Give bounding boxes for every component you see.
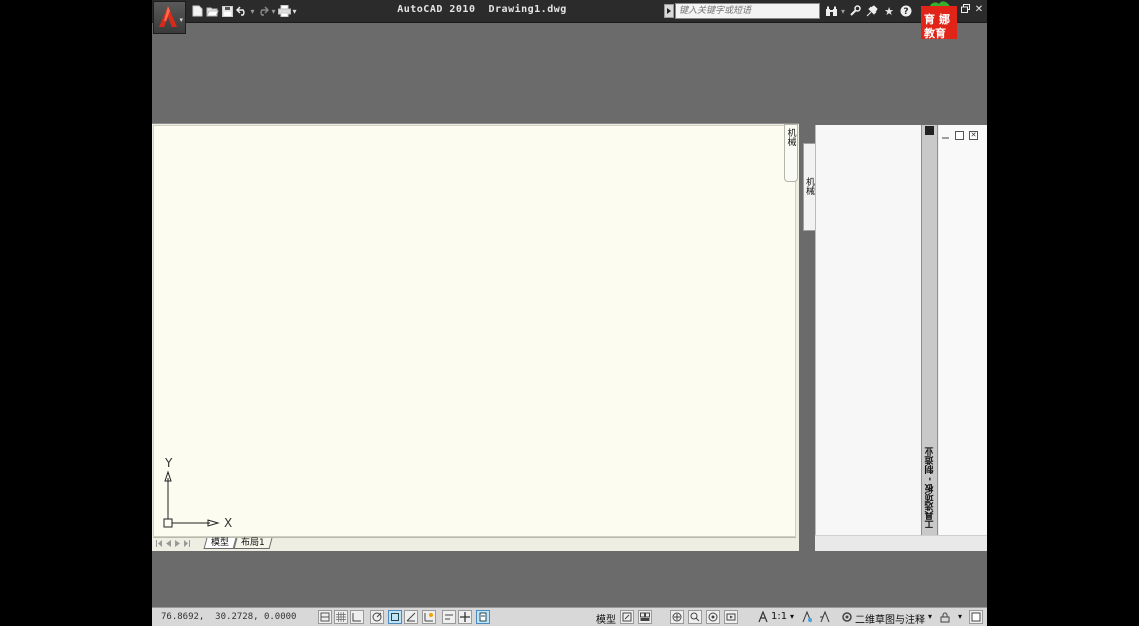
plot-icon[interactable]	[277, 4, 291, 19]
tab-layout1[interactable]: 布局1	[233, 538, 273, 549]
communication-center-icon[interactable]	[865, 4, 879, 19]
zoom-icon[interactable]	[688, 610, 702, 624]
toolbar-lock-icon[interactable]	[938, 610, 952, 624]
restore-icon[interactable]	[960, 4, 970, 16]
model-space-toggle[interactable]: 模型	[596, 611, 616, 626]
palette-close-icon[interactable]: ✕	[969, 131, 978, 140]
status-tray-dropdown-icon[interactable]: ▾	[958, 612, 962, 621]
tab-navigation	[155, 539, 190, 548]
coordinate-readout[interactable]: 76.8692, 30.2728, 0.0000	[161, 612, 296, 622]
annotation-scale-icon[interactable]	[756, 610, 770, 624]
tool-palette: 工具选项板 - 制造业 ✕	[815, 125, 987, 551]
application-menu-caret-icon: ▾	[179, 16, 183, 24]
workspace-name[interactable]: 二维草图与注释	[855, 611, 925, 626]
palette-properties-icon[interactable]	[925, 126, 934, 135]
object-snap-tracking-icon[interactable]	[404, 610, 418, 624]
redo-dropdown-icon[interactable]: ▾	[271, 7, 276, 16]
autocad-window: ▾ ▾ ▾ AutoCAD 2010 Drawing1.dwg ▾	[152, 0, 987, 626]
palette-restore-icon[interactable]	[955, 131, 964, 140]
layout-view-icon[interactable]	[620, 610, 634, 624]
application-menu-button[interactable]: ▾	[153, 1, 186, 34]
ucs-y-label: Y	[165, 456, 173, 470]
help-icon[interactable]: ?	[899, 4, 913, 19]
ortho-mode-icon[interactable]	[350, 610, 364, 624]
window-controls: ✕	[960, 4, 984, 16]
tool-palette-body	[815, 125, 922, 535]
tool-palette-title-strip[interactable]: 工具选项板 - 制造业	[921, 125, 938, 535]
status-bar: 76.8692, 30.2728, 0.0000 模型 1:1 ▾ 二维草图与注…	[152, 607, 987, 626]
quick-properties-icon[interactable]	[476, 610, 490, 624]
annotation-visibility-icon[interactable]	[800, 610, 814, 624]
steeringwheel-icon[interactable]	[706, 610, 720, 624]
pan-icon[interactable]	[670, 610, 684, 624]
new-icon[interactable]	[190, 4, 204, 19]
svg-text:?: ?	[903, 7, 908, 17]
grid-display-icon[interactable]	[334, 610, 348, 624]
annotation-scale-dropdown-icon[interactable]: ▾	[790, 612, 794, 621]
quick-view-layouts-icon[interactable]	[638, 610, 652, 624]
auto-scale-icon[interactable]	[818, 610, 832, 624]
tool-palette-footer	[815, 535, 987, 551]
last-tab-icon[interactable]	[182, 539, 190, 548]
dropdown-icon[interactable]: ▾	[292, 7, 297, 16]
tab-model[interactable]: 模型	[203, 538, 237, 549]
quick-access-toolbar: ▾ ▾ ▾	[190, 3, 297, 19]
search-expand-icon[interactable]	[664, 4, 674, 18]
search-input[interactable]	[675, 3, 820, 19]
infocenter-toolbar: ▾ ★ ?	[824, 3, 913, 19]
model-space-canvas[interactable]: Y X	[153, 125, 796, 537]
binoculars-icon[interactable]	[824, 4, 838, 19]
redo-icon[interactable]	[256, 4, 270, 19]
object-snap-icon[interactable]	[388, 610, 402, 624]
autocad-logo-icon	[159, 6, 177, 27]
layout-tab-bar: 模型 布局1	[153, 537, 796, 550]
previous-tab-icon[interactable]	[164, 539, 172, 548]
infocenter-dropdown-icon[interactable]: ▾	[841, 7, 845, 16]
tool-palette-title: 工具选项板 - 制造业	[925, 447, 936, 530]
close-icon[interactable]: ✕	[974, 4, 984, 16]
showmotion-icon[interactable]	[724, 610, 738, 624]
tool-palette-tab-mechanical[interactable]: 机械	[784, 124, 798, 182]
subscription-center-icon[interactable]	[848, 4, 862, 19]
dynamic-ucs-icon[interactable]	[422, 610, 436, 624]
save-icon[interactable]	[220, 4, 234, 19]
next-tab-icon[interactable]	[173, 539, 181, 548]
title-bar: ▾ ▾ ▾ AutoCAD 2010 Drawing1.dwg ▾	[152, 0, 987, 40]
undo-dropdown-icon[interactable]: ▾	[250, 7, 255, 16]
ucs-icon	[163, 470, 220, 528]
open-icon[interactable]	[205, 4, 219, 19]
lineweight-icon[interactable]	[458, 610, 472, 624]
ucs-x-label: X	[224, 516, 233, 530]
window-title: AutoCAD 2010 Drawing1.dwg	[397, 4, 567, 15]
drawing-window: Y X 模型 布局1	[152, 123, 799, 551]
tool-palette-side: ✕	[939, 125, 987, 535]
workspace-switching-icon[interactable]	[840, 610, 854, 624]
polar-tracking-icon[interactable]	[370, 610, 384, 624]
first-tab-icon[interactable]	[155, 539, 163, 548]
workspace-dropdown-icon[interactable]: ▾	[928, 612, 932, 621]
undo-icon[interactable]	[235, 4, 249, 19]
dynamic-input-icon[interactable]	[442, 610, 456, 624]
favorites-icon[interactable]: ★	[882, 4, 896, 19]
annotation-scale-value[interactable]: 1:1	[771, 611, 787, 622]
palette-minimize-icon[interactable]	[941, 131, 950, 140]
watermark-logo: 育 娜 教育	[921, 0, 957, 40]
clean-screen-icon[interactable]	[969, 610, 983, 624]
infer-constraints-icon[interactable]	[318, 610, 332, 624]
